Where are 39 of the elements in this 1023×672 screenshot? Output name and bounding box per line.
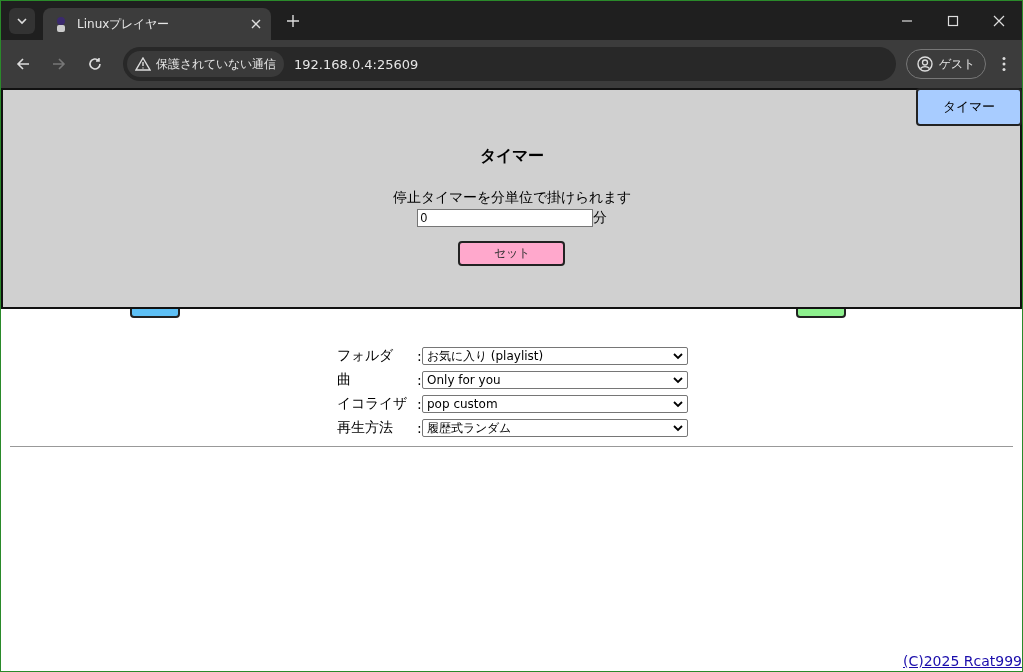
close-icon[interactable] [251,19,261,29]
copyright-link[interactable]: (C)2025 Rcat999 [903,653,1022,669]
dropdown[interactable]: pop custom [422,395,688,413]
new-tab-icon[interactable] [287,14,299,27]
address-text[interactable]: 192.168.0.4:25609 [294,56,419,72]
chevron-down-icon [673,424,683,432]
chevron-down-icon [16,16,28,25]
chevron-down-icon [673,376,683,384]
maximize-icon[interactable] [947,14,959,27]
forward-icon[interactable] [51,56,67,72]
dropdown[interactable]: Only for you [422,371,688,389]
minutes-input[interactable]: 0 [416,209,593,227]
timer-button[interactable]: タイマー [916,88,1022,126]
tab-title: Linuxプレイヤー [77,15,171,33]
chevron-down-icon [673,400,683,408]
separator-text: : [417,420,422,436]
field-label: フォルダ [337,347,394,365]
dialog-title: タイマー [479,146,544,167]
security-chip[interactable]: 保護されていない通信 [127,51,284,77]
menu-icon[interactable] [1002,56,1006,72]
set-button[interactable]: セット [458,241,565,266]
unit-label: 分 [592,209,607,227]
chevron-down-icon [673,352,683,360]
tab-search-button[interactable] [9,7,35,34]
separator-text: : [417,348,422,364]
avatar-icon [917,56,933,72]
field-label: 曲 [337,371,352,389]
warning-icon [135,57,151,71]
browser-tab[interactable]: Linuxプレイヤー [43,8,271,40]
field-label: イコライザ [337,395,408,413]
back-icon[interactable] [15,56,31,72]
separator-text: : [417,372,422,388]
dropdown[interactable]: お気に入り (playlist) [422,347,688,365]
field-label: 再生方法 [337,419,394,437]
dropdown[interactable]: 履歴式ランダム [422,419,688,437]
dialog-description: 停止タイマーを分単位で掛けられます [392,189,631,207]
separator-text: : [417,396,422,412]
close-icon[interactable] [993,14,1005,27]
reload-icon[interactable] [87,56,103,72]
